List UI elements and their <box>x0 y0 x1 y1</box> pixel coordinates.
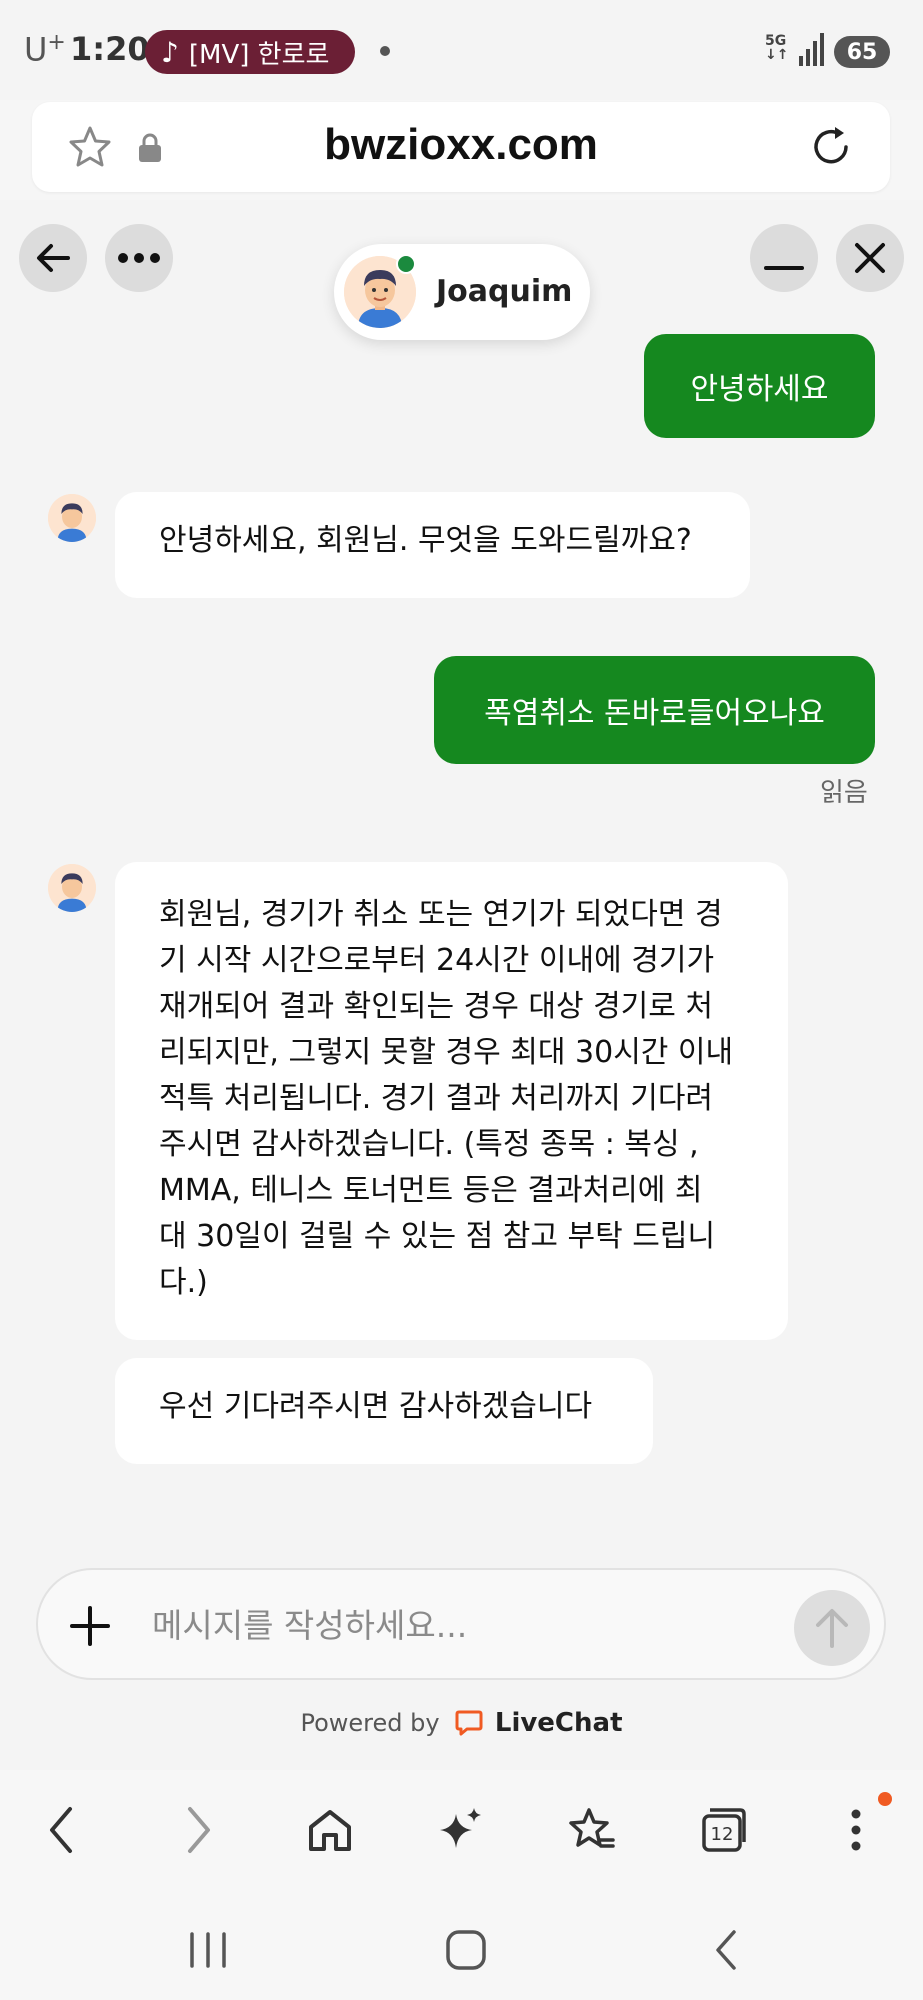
home-icon <box>309 1810 351 1851</box>
agent-name: Joaquim <box>436 274 573 309</box>
bookmarks-button[interactable] <box>560 1798 624 1862</box>
arrow-left-icon <box>37 244 70 272</box>
reload-icon[interactable] <box>806 122 856 172</box>
browser-toolbar: 12 <box>0 1770 923 1890</box>
plus-icon[interactable] <box>68 1604 112 1648</box>
arrow-up-icon <box>816 1609 848 1648</box>
message-line: 리되지만, 그렇지 못할 경우 최대 30시간 이내 <box>159 1035 734 1070</box>
agent-message: 안녕하세요, 회원님. 무엇을 도와드릴까요? <box>115 492 750 598</box>
minimize-button[interactable] <box>750 224 818 292</box>
message-line: 대 30일이 걸릴 수 있는 점 참고 부탁 드립니 <box>159 1219 716 1254</box>
network-5g-icon: 5G ↓↑ <box>765 33 789 63</box>
browser-forward-button[interactable] <box>166 1798 230 1862</box>
message-line: 재개되어 결과 확인되는 경우 대상 경기로 처 <box>159 989 714 1024</box>
agent-message-long: 회원님, 경기가 취소 또는 연기가 되었다면 경 기 시작 시간으로부터 24… <box>115 862 788 1340</box>
message-input[interactable] <box>152 1598 712 1652</box>
recent-apps-button[interactable] <box>178 1920 238 1980</box>
livechat-logo-icon <box>455 1710 483 1736</box>
agent-message-avatar <box>48 864 96 912</box>
back-chevron-icon <box>716 1930 736 1970</box>
message-line: 적특 처리됩니다. 경기 결과 처리까지 기다려 <box>159 1081 714 1116</box>
message-line: 주시면 감사하겠습니다. (특정 종목 : 복싱 , <box>159 1127 699 1162</box>
more-horizontal-icon <box>118 253 160 263</box>
user-message: 안녕하세요 <box>644 334 875 438</box>
message-line: MMA, 테니스 토너먼트 등은 결과처리에 최 <box>159 1173 703 1208</box>
home-button[interactable] <box>298 1798 362 1862</box>
battery-level: 65 <box>846 39 878 65</box>
close-icon <box>855 243 885 273</box>
agent-message: 우선 기다려주시면 감사하겠습니다 <box>115 1358 653 1464</box>
status-time: 1:20 <box>70 30 150 68</box>
menu-notification-dot <box>878 1792 892 1806</box>
read-receipt: 읽음 <box>820 778 868 808</box>
send-button[interactable] <box>794 1590 870 1666</box>
address-bar[interactable]: bwzioxx.com <box>32 102 890 192</box>
ai-assistant-button[interactable] <box>428 1798 492 1862</box>
system-home-button[interactable] <box>436 1920 496 1980</box>
back-button[interactable] <box>19 224 87 292</box>
browser-back-button[interactable] <box>30 1798 94 1862</box>
close-button[interactable] <box>836 224 904 292</box>
battery-icon: 65 <box>834 36 890 68</box>
home-square-icon <box>446 1930 486 1970</box>
music-note-icon: ♪ <box>161 35 179 69</box>
minimize-icon <box>764 266 804 270</box>
more-options-button[interactable] <box>105 224 173 292</box>
sparkle-icon <box>440 1808 481 1848</box>
status-bar: U+ 1:20 ♪ [MV] 한로로 5G ↓↑ 65 <box>0 0 923 100</box>
star-list-icon <box>569 1808 615 1848</box>
system-back-button[interactable] <box>696 1920 756 1980</box>
menu-button[interactable] <box>824 1798 888 1862</box>
agent-message-avatar <box>48 494 96 542</box>
url-text[interactable]: bwzioxx.com <box>32 120 890 170</box>
more-vertical-icon <box>851 1809 861 1851</box>
user-message: 폭염취소 돈바로들어오나요 <box>434 656 875 764</box>
tabs-button[interactable]: 12 <box>692 1798 756 1862</box>
tab-count: 12 <box>711 1824 734 1845</box>
media-title: [MV] 한로로 <box>188 39 330 70</box>
message-line: 기 시작 시간으로부터 24시간 이내에 경기가 <box>159 943 715 978</box>
recent-apps-icon <box>190 1932 226 1968</box>
media-playing-pill[interactable]: ♪ [MV] 한로로 <box>145 30 355 74</box>
online-status-dot <box>396 254 416 274</box>
livechat-brand: LiveChat <box>494 1708 623 1738</box>
message-composer <box>36 1568 886 1680</box>
chat-window: Joaquim 안녕하세요 안녕하세요, 회원님. 무엇을 도와드릴까요? 폭염… <box>0 200 923 1770</box>
agent-pill[interactable]: Joaquim <box>334 244 590 340</box>
message-line: 회원님, 경기가 취소 또는 연기가 되었다면 경 <box>159 897 723 932</box>
powered-by[interactable]: Powered by LiveChat <box>0 1708 923 1738</box>
system-navigation-bar <box>0 1890 923 2000</box>
notification-dot-icon <box>380 46 390 56</box>
tabs-icon: 12 <box>702 1808 746 1852</box>
chevron-right-icon <box>188 1807 210 1853</box>
powered-by-label: Powered by <box>300 1709 440 1737</box>
chevron-left-icon <box>50 1807 72 1853</box>
carrier-label: U+ <box>24 30 66 69</box>
message-line: 다.) <box>159 1265 208 1300</box>
signal-icon <box>799 33 824 66</box>
